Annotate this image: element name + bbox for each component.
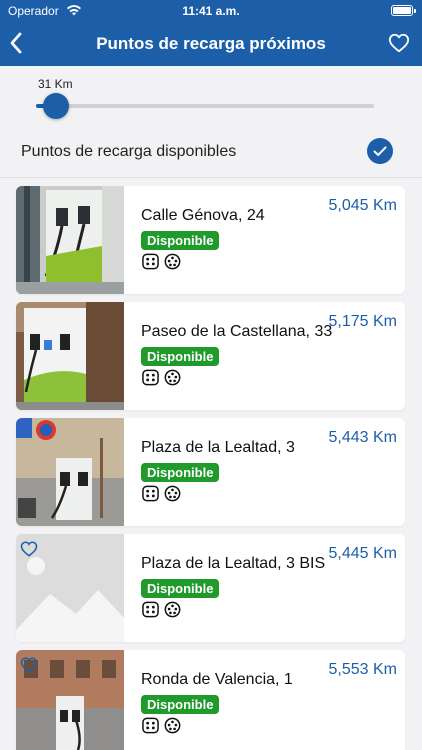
- station-distance: 5,553 Km: [328, 661, 397, 678]
- station-title: Plaza de la Lealtad, 3 BIS: [141, 555, 326, 572]
- station-photo: [16, 302, 124, 410]
- station-distance: 5,045 Km: [328, 197, 397, 214]
- connector-ccs-icon: [164, 485, 181, 502]
- heart-icon[interactable]: [20, 656, 38, 674]
- connector-type2-icon: [142, 369, 159, 386]
- status-badge: Disponible: [141, 347, 220, 366]
- connector-type2-icon: [142, 601, 159, 618]
- page-title: Puntos de recarga próximos: [96, 34, 326, 53]
- station-photo: [16, 650, 124, 750]
- station-card[interactable]: Paseo de la Castellana, 33 5,175 Km Disp…: [16, 302, 405, 410]
- connector-type2-icon: [142, 485, 159, 502]
- status-badge: Disponible: [141, 231, 220, 250]
- heart-icon[interactable]: [388, 32, 410, 54]
- station-photo: [16, 186, 124, 294]
- station-card[interactable]: Plaza de la Lealtad, 3 5,443 Km Disponib…: [16, 418, 405, 526]
- available-toggle[interactable]: [367, 138, 393, 164]
- connector-ccs-icon: [164, 253, 181, 270]
- available-filter-label: Puntos de recarga disponibles: [21, 143, 237, 160]
- station-distance: 5,445 Km: [328, 545, 397, 562]
- station-card[interactable]: Ronda de Valencia, 1 5,553 Km Disponible: [16, 650, 405, 750]
- connector-type2-icon: [142, 253, 159, 270]
- distance-slider[interactable]: [36, 93, 374, 119]
- distance-value-label: 31 Km: [38, 77, 73, 91]
- status-badge: Disponible: [141, 579, 220, 598]
- station-title: Paseo de la Castellana, 33: [141, 323, 333, 340]
- status-badge: Disponible: [141, 695, 220, 714]
- status-time: 11:41 a.m.: [182, 4, 240, 18]
- station-title: Calle Génova, 24: [141, 207, 265, 224]
- connector-type2-icon: [142, 717, 159, 734]
- app-header: Operador 11:41 a.m. Puntos de recarga pr…: [0, 0, 422, 66]
- station-distance: 5,175 Km: [328, 313, 397, 330]
- filters-panel: 31 Km Puntos de recarga disponibles: [0, 66, 422, 178]
- checkmark-icon: [373, 146, 387, 156]
- station-photo: [16, 418, 124, 526]
- station-distance: 5,443 Km: [328, 429, 397, 446]
- distance-slider-thumb[interactable]: [43, 93, 69, 119]
- station-card[interactable]: Calle Génova, 24 5,045 Km Disponible: [16, 186, 405, 294]
- station-list: Calle Génova, 24 5,045 Km Disponible Pas: [0, 178, 422, 750]
- heart-icon[interactable]: [20, 540, 38, 558]
- station-photo-placeholder: [16, 534, 124, 642]
- station-card[interactable]: Plaza de la Lealtad, 3 BIS 5,445 Km Disp…: [16, 534, 405, 642]
- connector-ccs-icon: [164, 717, 181, 734]
- status-bar: Operador 11:41 a.m.: [0, 0, 422, 22]
- available-filter-row[interactable]: Puntos de recarga disponibles: [0, 132, 422, 172]
- connector-ccs-icon: [164, 601, 181, 618]
- station-title: Ronda de Valencia, 1: [141, 671, 293, 688]
- station-title: Plaza de la Lealtad, 3: [141, 439, 295, 456]
- connector-ccs-icon: [164, 369, 181, 386]
- status-badge: Disponible: [141, 463, 220, 482]
- battery-icon: [391, 5, 416, 16]
